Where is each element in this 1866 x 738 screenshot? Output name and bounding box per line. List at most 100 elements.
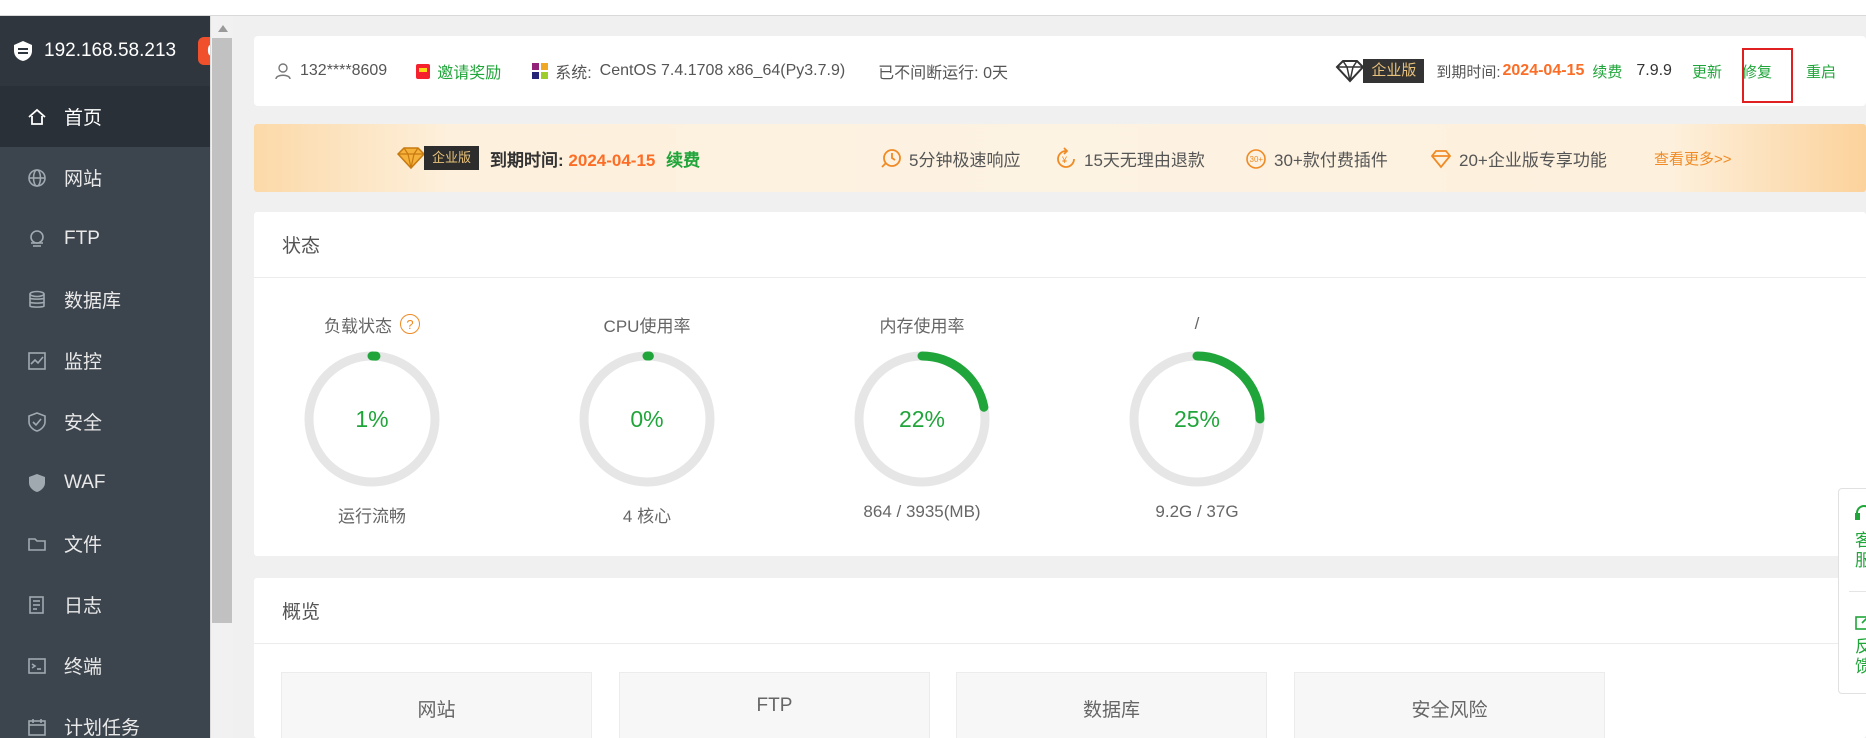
expire-label: 到期时间: [1436, 63, 1501, 81]
ftp-icon [26, 228, 48, 250]
feature-refund: ¥ 15天无理由退款 [1054, 146, 1205, 171]
overview-card-title: 概览 [254, 578, 1866, 644]
waf-shield-icon [26, 472, 48, 494]
user-account[interactable]: 132****8609 [274, 62, 387, 80]
update-link[interactable]: 更新 [1692, 61, 1722, 82]
sidebar-item-cron[interactable]: 计划任务 [0, 696, 210, 738]
sidebar-scrollbar[interactable] [210, 16, 233, 738]
sidebar-item-label: 计划任务 [64, 718, 141, 738]
invite-reward-link[interactable]: 邀请奖励 [415, 59, 501, 83]
feature-enterprise-exclusive: 20+企业版专享功能 [1429, 146, 1607, 171]
scroll-up-arrow-icon[interactable] [218, 25, 228, 32]
disk-gauge[interactable]: / 25% 9.2G / 37G [1097, 312, 1297, 522]
server-logo-icon [12, 40, 34, 62]
sidebar-item-security[interactable]: 安全 [0, 391, 210, 452]
sidebar-item-label: 首页 [64, 108, 103, 129]
promo-expire: 到期时间: 2024-04-15 续费 [490, 151, 701, 170]
sidebar-item-label: 监控 [64, 352, 103, 373]
sidebar-item-ftp[interactable]: FTP [0, 208, 210, 269]
sidebar-item-monitor[interactable]: 监控 [0, 330, 210, 391]
sidebar-menu: 首页 网站 FTP 数据库 监控 安全 WAF 文件 日志 终端 计划任务 [0, 86, 210, 738]
promo-enterprise-badge: 企业版 [394, 145, 480, 171]
sidebar-item-label: 安全 [64, 413, 103, 434]
headset-icon [1855, 505, 1866, 520]
server-ip: 192.168.58.213 [44, 40, 177, 61]
uptime-text: 已不间断运行: 0天 [878, 65, 1008, 82]
gauge-subtext: 运行流畅 [338, 507, 406, 526]
restart-link[interactable]: 重启 [1806, 61, 1836, 82]
floating-help-widget: 客服 反馈 [1838, 488, 1866, 694]
customer-service-link[interactable]: 客服 [1855, 531, 1866, 571]
sidebar-item-label: 终端 [64, 657, 103, 678]
sidebar-item-files[interactable]: 文件 [0, 513, 210, 574]
feature-fast-response: 5分钟极速响应 [879, 146, 1020, 171]
sidebar-item-home[interactable]: 首页 [0, 86, 210, 147]
promo-expire-date: 2024-04-15 [568, 151, 656, 170]
sidebar-item-label: 日志 [64, 596, 103, 617]
promo-renew-link[interactable]: 续费 [666, 151, 700, 170]
cpu-gauge[interactable]: CPU使用率 0% 4 核心 [547, 312, 747, 527]
gauge-ring: 25% [1129, 351, 1265, 487]
sidebar-item-database[interactable]: 数据库 [0, 269, 210, 330]
gift-icon [416, 64, 431, 79]
gauge-value: 0% [630, 406, 663, 432]
sidebar-item-waf[interactable]: WAF [0, 452, 210, 513]
gauge-ring: 1% [304, 351, 440, 487]
centos-icon [532, 63, 549, 79]
enterprise-promo-banner: 企业版 到期时间: 2024-04-15 续费 5分钟极速响应 ¥ 15天无理由… [254, 124, 1866, 192]
home-icon [26, 106, 48, 128]
refund-icon: ¥ [1057, 146, 1075, 168]
gauge-title: CPU使用率 [603, 316, 691, 336]
gauge-value: 22% [899, 406, 945, 432]
gauge-arc [917, 351, 989, 412]
log-icon [26, 594, 48, 616]
monitor-icon [26, 350, 48, 372]
panel-version: 7.9.9 [1636, 62, 1672, 79]
svg-text:¥: ¥ [1061, 155, 1068, 165]
sidebar-item-label: 文件 [64, 535, 103, 556]
help-icon[interactable]: ? [400, 314, 420, 334]
gauge-value: 1% [355, 406, 388, 432]
user-phone: 132****8609 [300, 62, 388, 79]
overview-box-website[interactable]: 网站 [281, 672, 592, 738]
clock-icon [881, 148, 901, 168]
calendar-icon [26, 716, 48, 738]
folder-icon [26, 533, 48, 555]
sidebar-item-website[interactable]: 网站 [0, 147, 210, 208]
edit-icon [1855, 616, 1866, 630]
load-gauge[interactable]: 负载状态? 1% 运行流畅 [272, 312, 472, 527]
view-more-link[interactable]: 查看更多>> [1654, 148, 1732, 169]
sidebar-item-logs[interactable]: 日志 [0, 574, 210, 635]
feedback-link[interactable]: 反馈 [1855, 637, 1866, 677]
plugin-icon: 30+ [1246, 148, 1266, 169]
sidebar-item-terminal[interactable]: 终端 [0, 635, 210, 696]
sidebar-item-label: 网站 [64, 169, 103, 190]
shield-icon [26, 411, 48, 433]
user-icon [275, 63, 291, 80]
globe-icon [26, 167, 48, 189]
repair-highlight-box [1742, 48, 1793, 103]
overview-box-ftp[interactable]: FTP [619, 672, 930, 738]
database-icon [26, 289, 48, 311]
status-card-title: 状态 [254, 212, 1866, 278]
expire-date: 2024-04-15 [1502, 62, 1585, 79]
scrollbar-thumb[interactable] [212, 38, 232, 623]
gauge-value: 25% [1174, 406, 1220, 432]
gauge-title: 负载状态 [324, 316, 392, 336]
diamond-icon [1335, 60, 1365, 83]
svg-text:30+: 30+ [1250, 155, 1264, 164]
memory-gauge[interactable]: 内存使用率 22% 864 / 3935(MB) [822, 312, 1022, 522]
terminal-icon [26, 655, 48, 677]
overview-box-database[interactable]: 数据库 [956, 672, 1267, 738]
overview-box-security-risk[interactable]: 安全风险 [1294, 672, 1605, 738]
system-info: 系统: CentOS 7.4.1708 x86_64(Py3.7.9) [531, 59, 845, 83]
server-info-bar: 132****8609 邀请奖励 系统: CentOS 7.4.1708 x86… [254, 36, 1866, 106]
renew-link[interactable]: 续费 [1592, 61, 1622, 82]
feature-plugins: 30+ 30+款付费插件 [1244, 146, 1388, 171]
sidebar-header[interactable]: 192.168.58.213 [0, 16, 210, 86]
gauge-ring: 0% [579, 351, 715, 487]
status-card: 状态 负载状态? 1% 运行流畅 CPU使用率 0% 4 核心 内存使用率 22… [254, 212, 1866, 556]
gauge-title: 内存使用率 [879, 316, 965, 336]
diamond-outline-icon [1430, 149, 1452, 168]
gauge-subtext: 4 核心 [622, 507, 672, 526]
